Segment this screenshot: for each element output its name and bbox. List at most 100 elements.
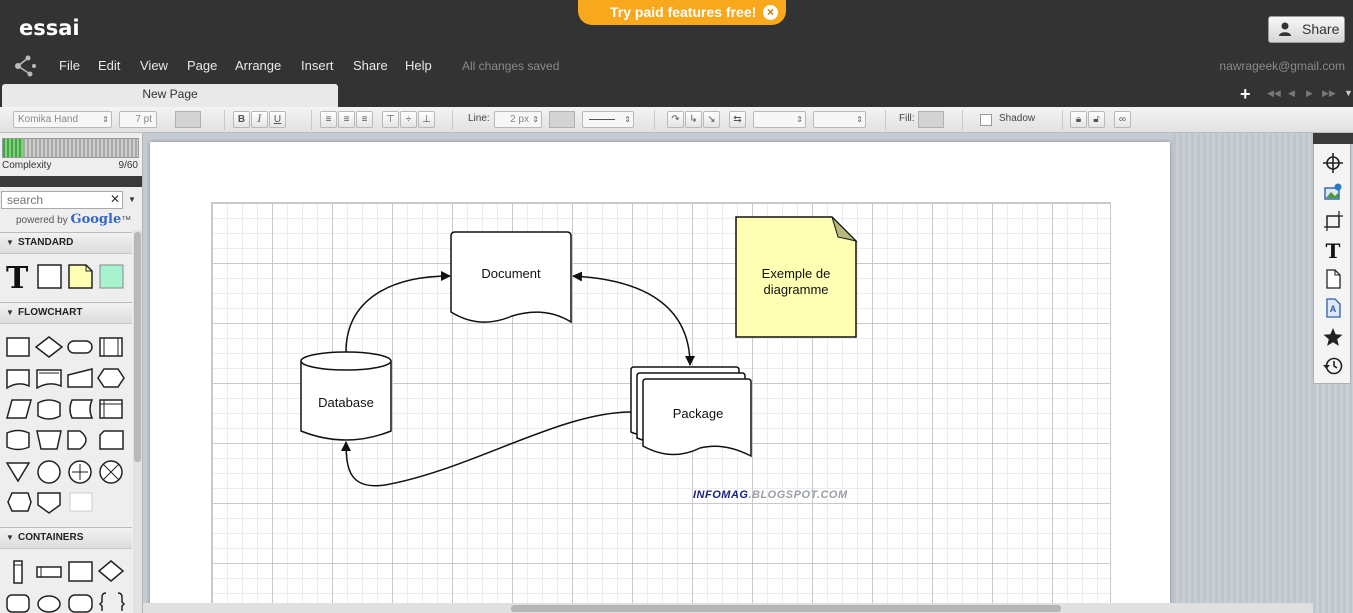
align-left-icon[interactable]: ≡ <box>320 111 337 128</box>
line-style-select[interactable]: ⇕ <box>582 111 634 128</box>
end-arrow-select[interactable]: ⇕ <box>813 111 866 128</box>
manual-operation-icon[interactable] <box>36 430 62 450</box>
horizontal-scrollbar-thumb[interactable] <box>511 605 1061 612</box>
rectangle-shape-icon[interactable] <box>37 264 62 289</box>
document-text-icon[interactable]: A <box>1322 297 1344 319</box>
card-shape-icon[interactable] <box>99 430 124 450</box>
text-icon[interactable]: T <box>1322 239 1344 261</box>
data-shape-icon[interactable] <box>6 399 32 419</box>
note-shape[interactable]: Exemple de diagramme <box>735 216 858 338</box>
font-size-stepper[interactable]: 7 pt <box>119 111 157 128</box>
valign-middle-icon[interactable]: ÷ <box>400 111 417 128</box>
panel-scrollbar[interactable] <box>133 230 142 613</box>
link-icon[interactable]: ∞ <box>1114 111 1131 128</box>
close-icon[interactable]: × <box>763 5 778 20</box>
star-icon[interactable] <box>1322 326 1344 348</box>
horizontal-scrollbar[interactable] <box>143 603 1313 613</box>
manual-input-icon[interactable] <box>67 368 93 388</box>
section-containers[interactable]: ▼ CONTAINERS <box>0 527 132 549</box>
note-shape-icon[interactable] <box>68 264 93 289</box>
font-family-select[interactable]: Komika Hand ⇕ <box>13 111 112 128</box>
container-diamond-icon[interactable] <box>97 560 125 582</box>
database-shape[interactable]: Database <box>300 351 392 441</box>
menu-insert[interactable]: Insert <box>301 58 334 73</box>
crop-resize-icon[interactable] <box>1322 210 1344 232</box>
document-shape[interactable]: Document <box>450 231 572 324</box>
close-icon[interactable]: ✕ <box>110 192 120 206</box>
package-shape[interactable]: Package <box>630 366 752 458</box>
prev-page-icon[interactable]: ◀ <box>1288 88 1295 99</box>
image-icon[interactable] <box>1322 181 1344 203</box>
database-shape-icon[interactable] <box>37 399 61 420</box>
section-standard[interactable]: ▼ STANDARD <box>0 232 132 254</box>
menu-view[interactable]: View <box>140 58 168 73</box>
terminator-shape-icon[interactable] <box>67 340 93 354</box>
punched-tape-icon[interactable] <box>6 429 30 451</box>
display-shape-icon[interactable] <box>7 492 32 512</box>
promo-text[interactable]: Try paid features free! <box>610 4 756 20</box>
crosshair-icon[interactable] <box>1322 152 1344 174</box>
connector-shape-icon[interactable] <box>37 460 61 484</box>
valign-bottom-icon[interactable]: ⊥ <box>418 111 435 128</box>
last-page-icon[interactable]: ▶▶ <box>1322 88 1336 99</box>
menu-help[interactable]: Help <box>405 58 432 73</box>
start-arrow-select[interactable]: ⇕ <box>753 111 806 128</box>
merge-shape-icon[interactable] <box>5 462 31 483</box>
page-icon[interactable] <box>1322 268 1344 290</box>
fill-color-swatch[interactable] <box>918 111 944 128</box>
internal-storage-icon[interactable] <box>99 399 123 419</box>
italic-button[interactable]: I <box>251 111 268 128</box>
history-icon[interactable] <box>1322 355 1344 377</box>
round-rect-container-icon[interactable] <box>68 594 93 613</box>
connector-options-icon[interactable]: ⇆ <box>729 111 746 128</box>
text-color-swatch[interactable] <box>175 111 201 128</box>
text-shape-icon[interactable]: T <box>6 261 29 293</box>
colored-rectangle-icon[interactable] <box>99 264 124 289</box>
elbow-connector-icon[interactable]: ↳ <box>685 111 702 128</box>
decision-shape-icon[interactable] <box>34 336 64 358</box>
align-right-icon[interactable]: ≡ <box>356 111 373 128</box>
tab-new-page[interactable]: New Page <box>2 84 338 107</box>
menu-share[interactable]: Share <box>353 58 388 73</box>
rounded-container-icon[interactable] <box>6 594 30 613</box>
process-shape-icon[interactable] <box>6 337 30 357</box>
menu-page[interactable]: Page <box>187 58 217 73</box>
valign-top-icon[interactable]: ⊤ <box>382 111 399 128</box>
align-center-icon[interactable]: ≡ <box>338 111 355 128</box>
menu-edit[interactable]: Edit <box>98 58 120 73</box>
tabs-menu-icon[interactable]: ▼ <box>1344 88 1353 98</box>
straight-connector-icon[interactable]: ↘ <box>703 111 720 128</box>
predefined-process-icon[interactable] <box>99 337 123 357</box>
share-nodes-icon[interactable] <box>13 55 37 77</box>
share-button[interactable]: Share <box>1268 16 1345 43</box>
ellipse-container-icon[interactable] <box>37 595 61 613</box>
stored-data-icon[interactable] <box>69 399 94 419</box>
unlock-icon[interactable]: 🔓︎ <box>1088 111 1105 128</box>
bold-button[interactable]: B <box>233 111 250 128</box>
document-title[interactable]: essai <box>19 16 80 40</box>
next-page-icon[interactable]: ▶ <box>1306 88 1313 99</box>
menu-arrange[interactable]: Arrange <box>235 58 281 73</box>
off-page-connector-icon[interactable] <box>37 492 61 514</box>
promo-banner[interactable]: Try paid features free! × <box>578 0 786 25</box>
brace-container-icon[interactable] <box>98 592 126 611</box>
menu-file[interactable]: File <box>59 58 80 73</box>
first-page-icon[interactable]: ◀◀ <box>1267 88 1281 99</box>
panel-scrollbar-thumb[interactable] <box>134 232 141 462</box>
delay-shape-icon[interactable] <box>67 430 87 450</box>
document-shape-icon[interactable] <box>6 369 30 390</box>
lock-icon[interactable]: 🔒︎ <box>1070 111 1087 128</box>
user-email[interactable]: nawrageek@gmail.com <box>1219 59 1345 73</box>
shadow-checkbox[interactable] <box>980 114 992 126</box>
curved-connector-icon[interactable]: ↷ <box>667 111 684 128</box>
container-rect-icon[interactable] <box>68 561 93 582</box>
add-page-button[interactable]: + <box>1240 84 1251 104</box>
underline-button[interactable]: U <box>269 111 286 128</box>
chevron-down-icon[interactable]: ▼ <box>128 195 136 204</box>
vertical-pool-icon[interactable] <box>13 560 23 584</box>
section-flowchart[interactable]: ▼ FLOWCHART <box>0 302 132 324</box>
shape-search-input[interactable] <box>1 191 123 209</box>
preparation-shape-icon[interactable] <box>97 368 125 388</box>
annotation-shape-icon[interactable] <box>69 492 93 512</box>
line-width-stepper[interactable]: 2 px ⇕ <box>494 111 542 128</box>
